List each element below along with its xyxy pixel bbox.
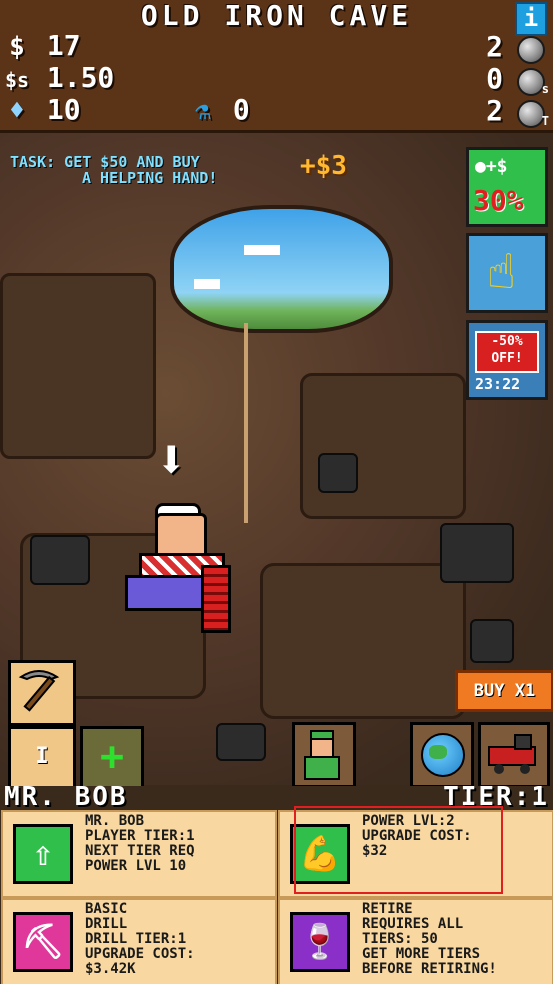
pickaxe-icon bbox=[18, 670, 60, 712]
coal-ore[interactable] bbox=[470, 619, 514, 663]
miner-pants bbox=[125, 575, 211, 611]
income-value: 1.50 bbox=[46, 61, 115, 94]
ore-sub-label: s bbox=[541, 82, 549, 96]
diamond-icon: ♦ bbox=[9, 96, 25, 126]
player-tier-text: MR. BOB PLAYER TIER:1 NEXT TIER REQ POWE… bbox=[85, 813, 195, 874]
coal-ore[interactable] bbox=[30, 535, 90, 585]
sale-offer-button[interactable]: -50% OFF! 23:22 bbox=[466, 320, 548, 400]
miner-character[interactable] bbox=[125, 503, 235, 633]
ore-count-1: 2 bbox=[486, 30, 503, 63]
gems-value: 10 bbox=[46, 93, 81, 126]
income-boost-button[interactable]: ●+$ 30% bbox=[466, 147, 548, 227]
potion-icon: ⚗ bbox=[195, 96, 211, 126]
game-screen: OLD IRON CAVE i $ 17 $s 1.50 ♦ 10 ⚗ 0 2 … bbox=[0, 0, 553, 984]
power-upgrade-highlight bbox=[294, 806, 503, 894]
cash-value: 17 bbox=[46, 29, 81, 62]
train-icon bbox=[488, 734, 536, 774]
mine-cart-button[interactable] bbox=[478, 722, 550, 788]
cave-rock bbox=[300, 373, 466, 519]
buy-multiplier-button[interactable]: BUY X1 bbox=[455, 670, 553, 712]
cave-rock bbox=[260, 563, 466, 719]
boost-percent: 30% bbox=[473, 184, 524, 217]
dollar-icon: $ bbox=[9, 32, 25, 62]
character-name: MR. BOB bbox=[4, 782, 128, 812]
income-stat: $s 1.50 bbox=[4, 62, 114, 96]
player-tier-panel[interactable]: ⇧ MR. BOB PLAYER TIER:1 NEXT TIER REQ PO… bbox=[1, 810, 277, 898]
info-button[interactable]: i bbox=[515, 2, 547, 36]
potion-value: 0 bbox=[232, 93, 250, 126]
globe-icon bbox=[421, 733, 465, 777]
income-icon: $s bbox=[4, 68, 30, 92]
retire-panel[interactable]: 🍷 RETIRE REQUIRES ALL TIERS: 50 GET MORE… bbox=[278, 898, 553, 984]
coal-ore[interactable] bbox=[318, 453, 358, 493]
world-map-button[interactable] bbox=[410, 722, 474, 788]
gems-stat: ♦ 10 bbox=[4, 93, 81, 127]
trophy-cup-icon: 🍷 bbox=[290, 912, 350, 972]
coal-ore[interactable] bbox=[216, 723, 266, 761]
ore-sub-label: T bbox=[541, 114, 549, 128]
ore-icon bbox=[517, 36, 545, 64]
rope bbox=[244, 323, 248, 523]
arrow-up-icon: ⇧ bbox=[13, 824, 73, 884]
drill-upgrade-text: BASIC DRILL DRILL TIER:1 UPGRADE COST: $… bbox=[85, 901, 195, 977]
potion-stat: ⚗ 0 bbox=[190, 94, 250, 127]
task-line-2: A HELPING HAND! bbox=[82, 169, 218, 187]
drill-upgrade-panel[interactable]: ⛏ BASIC DRILL DRILL TIER:1 UPGRADE COST:… bbox=[1, 898, 277, 984]
coal-ore[interactable] bbox=[440, 523, 514, 583]
sale-timer: 23:22 bbox=[475, 375, 521, 393]
cave-rock bbox=[0, 273, 156, 459]
pickaxe-tool-button[interactable] bbox=[8, 660, 76, 726]
cave-opening-sky bbox=[170, 205, 393, 333]
pointing-hand-icon: ☝ bbox=[487, 244, 516, 300]
helper-character-button[interactable] bbox=[292, 722, 356, 788]
down-arrow-icon: ⬇ bbox=[155, 428, 188, 491]
task-text: TASK: GET $50 AND BUY A HELPING HAND! bbox=[10, 154, 217, 186]
task-reward: +$3 bbox=[300, 151, 347, 181]
ore-count-3: 2 bbox=[486, 94, 503, 127]
cloud bbox=[194, 279, 220, 289]
add-helper-button[interactable]: + bbox=[80, 726, 144, 790]
retire-text: RETIRE REQUIRES ALL TIERS: 50 GET MORE T… bbox=[362, 901, 497, 977]
cloud bbox=[244, 245, 280, 255]
ore-to-cash-icon: ●+$ bbox=[475, 156, 508, 177]
header: OLD IRON CAVE i $ 17 $s 1.50 ♦ 10 ⚗ 0 2 … bbox=[0, 0, 553, 133]
drill-icon bbox=[201, 565, 231, 633]
tier-button[interactable]: I bbox=[8, 726, 76, 790]
ore-count-2: 0 bbox=[486, 62, 503, 95]
helper-icon bbox=[304, 730, 340, 780]
auto-tap-button[interactable]: ☝ bbox=[466, 233, 548, 313]
sale-badge: -50% OFF! bbox=[475, 331, 539, 373]
cash-stat: $ 17 bbox=[4, 29, 81, 63]
pickaxe-icon: ⛏ bbox=[13, 912, 73, 972]
cave-title: OLD IRON CAVE bbox=[140, 0, 413, 32]
